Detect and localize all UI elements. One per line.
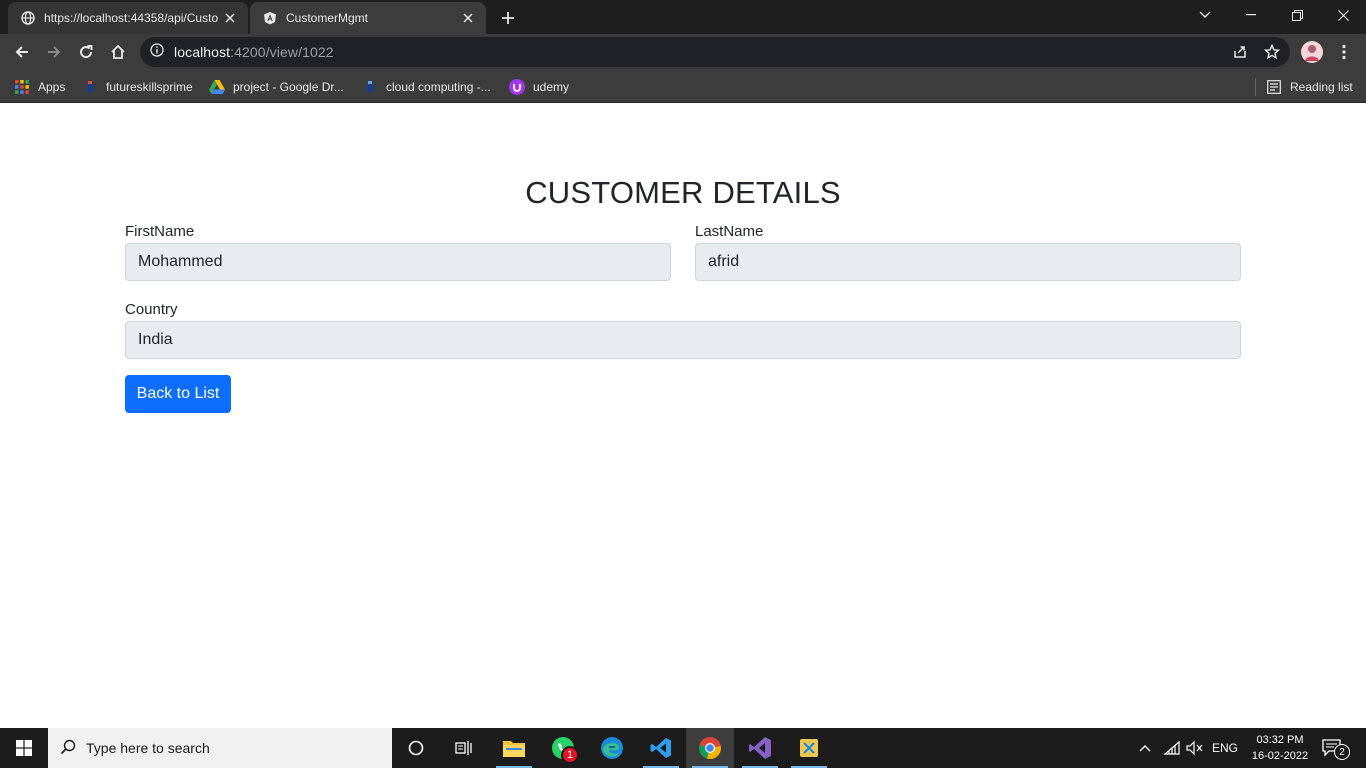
new-tab-button[interactable] bbox=[494, 4, 522, 32]
snipping-tool-icon[interactable] bbox=[785, 728, 833, 768]
bookmarks-divider bbox=[1255, 78, 1256, 96]
url-text: localhost:4200/view/1022 bbox=[174, 44, 334, 60]
visual-studio-icon[interactable] bbox=[736, 728, 784, 768]
tab-title: CustomerMgmt bbox=[286, 11, 369, 25]
network-icon[interactable] bbox=[1163, 728, 1181, 768]
back-to-list-button[interactable]: Back to List bbox=[125, 375, 231, 413]
forward-arrow-icon[interactable] bbox=[40, 38, 68, 66]
tab-customermgmt[interactable]: CustomerMgmt bbox=[250, 2, 486, 34]
system-clock[interactable]: 03:32 PM 16-02-2022 bbox=[1248, 732, 1312, 764]
udemy-icon bbox=[509, 79, 525, 95]
chrome-icon[interactable] bbox=[686, 728, 734, 768]
profile-avatar[interactable] bbox=[1298, 38, 1326, 66]
clock-time: 03:32 PM bbox=[1256, 734, 1304, 746]
bookmark-google-drive[interactable]: project - Google Dr... bbox=[209, 76, 344, 98]
close-window-icon[interactable] bbox=[1320, 0, 1366, 30]
apps-grid-icon bbox=[14, 79, 30, 95]
whatsapp-icon[interactable]: 1 bbox=[539, 728, 587, 768]
windows-start-icon[interactable] bbox=[0, 728, 48, 768]
browser-toolbar: localhost:4200/view/1022 bbox=[0, 34, 1366, 70]
angular-icon bbox=[262, 10, 278, 26]
search-placeholder: Type here to search bbox=[86, 740, 210, 756]
tab-api-customers[interactable]: https://localhost:44358/api/Custo bbox=[8, 2, 248, 34]
language-indicator[interactable]: ENG bbox=[1212, 728, 1238, 768]
page-title: CUSTOMER DETAILS bbox=[525, 175, 841, 210]
search-icon bbox=[60, 739, 76, 758]
minimize-icon[interactable] bbox=[1228, 0, 1274, 30]
page-content: CUSTOMER DETAILS FirstName Mohammed Last… bbox=[0, 103, 1366, 728]
browser-tab-strip: https://localhost:44358/api/Custo Custom… bbox=[0, 0, 1366, 34]
vscode-icon[interactable] bbox=[637, 728, 685, 768]
bookmarks-bar: Apps futureskillsprime project - Google … bbox=[0, 70, 1366, 103]
menu-dots-icon[interactable] bbox=[1330, 38, 1358, 66]
reading-list-icon bbox=[1266, 79, 1282, 95]
bookmark-star-icon[interactable] bbox=[1258, 38, 1286, 66]
clock-date: 16-02-2022 bbox=[1251, 750, 1309, 762]
bookmark-label: udemy bbox=[533, 80, 570, 94]
bookmark-label: cloud computing -... bbox=[386, 80, 491, 94]
whatsapp-badge: 1 bbox=[561, 746, 579, 764]
bookmark-icon bbox=[82, 79, 98, 95]
firstname-label: FirstName bbox=[125, 223, 195, 240]
taskbar-search-box[interactable]: Type here to search bbox=[48, 728, 392, 768]
bookmark-apps[interactable]: Apps bbox=[14, 76, 65, 98]
tab-search-icon[interactable] bbox=[1182, 0, 1228, 30]
close-tab-icon[interactable] bbox=[460, 10, 476, 26]
bookmark-label: project - Google Dr... bbox=[233, 80, 344, 94]
share-icon[interactable] bbox=[1226, 38, 1254, 66]
home-icon[interactable] bbox=[104, 38, 132, 66]
windows-taskbar: Type here to search 1 ENG 03:32 PM 16-02… bbox=[0, 728, 1366, 768]
bookmark-udemy[interactable]: udemy bbox=[509, 76, 569, 98]
firstname-field[interactable]: Mohammed bbox=[125, 243, 671, 281]
lastname-label: LastName bbox=[695, 223, 764, 240]
address-bar[interactable]: localhost:4200/view/1022 bbox=[140, 37, 1290, 67]
bookmark-label: futureskillsprime bbox=[106, 80, 193, 94]
globe-icon bbox=[20, 10, 36, 26]
bookmark-cloud-computing[interactable]: cloud computing -... bbox=[362, 76, 491, 98]
bookmark-icon bbox=[362, 79, 378, 95]
task-view-icon[interactable] bbox=[440, 728, 488, 768]
lastname-field[interactable]: afrid bbox=[695, 243, 1241, 281]
show-hidden-icons-chevron-icon[interactable] bbox=[1138, 728, 1152, 768]
notification-count: 2 bbox=[1334, 744, 1350, 760]
reading-list-label: Reading list bbox=[1290, 80, 1353, 94]
notifications-icon[interactable]: 2 bbox=[1322, 728, 1350, 768]
country-label: Country bbox=[125, 301, 178, 318]
cortana-icon[interactable] bbox=[392, 728, 440, 768]
back-arrow-icon[interactable] bbox=[8, 38, 36, 66]
reading-list-button[interactable]: Reading list bbox=[1266, 76, 1353, 98]
google-drive-icon bbox=[209, 79, 225, 95]
tab-title: https://localhost:44358/api/Custo bbox=[44, 11, 219, 25]
url-path: :4200/view/1022 bbox=[230, 44, 334, 60]
url-host: localhost bbox=[174, 44, 231, 60]
close-tab-icon[interactable] bbox=[222, 10, 238, 26]
edge-icon[interactable] bbox=[588, 728, 636, 768]
bookmark-label: Apps bbox=[38, 80, 66, 94]
file-explorer-icon[interactable] bbox=[490, 728, 538, 768]
reload-icon[interactable] bbox=[72, 38, 100, 66]
country-field[interactable]: India bbox=[125, 321, 1241, 359]
restore-icon[interactable] bbox=[1274, 0, 1320, 30]
site-info-icon[interactable] bbox=[150, 42, 164, 62]
bookmark-futureskillsprime[interactable]: futureskillsprime bbox=[82, 76, 193, 98]
volume-muted-icon[interactable] bbox=[1186, 728, 1204, 768]
